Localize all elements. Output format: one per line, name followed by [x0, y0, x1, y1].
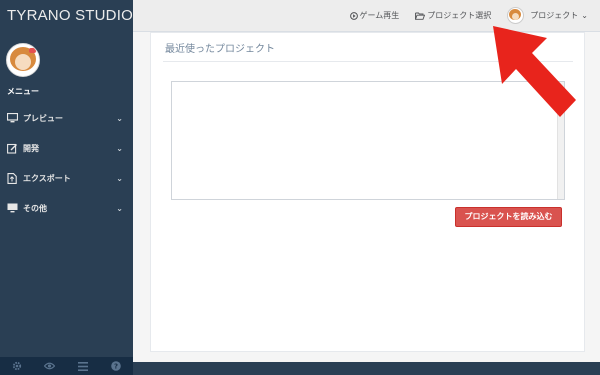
svg-text:?: ? [114, 363, 118, 371]
profile-avatar-wrap [6, 43, 133, 77]
sidebar-footer: ? [0, 357, 133, 375]
chevron-down-icon: ⌄ [581, 11, 588, 20]
annotation-arrow-icon [493, 26, 576, 117]
folder-open-icon [415, 12, 426, 20]
sidebar-item-preview[interactable]: プレビュー ⌄ [0, 103, 133, 133]
sidebar-item-other[interactable]: その他 ⌄ [0, 193, 133, 223]
select-project-button[interactable]: プロジェクト選択 [415, 10, 491, 21]
sidebar-item-develop[interactable]: 開発 ⌄ [0, 133, 133, 163]
edit-icon [6, 142, 18, 154]
export-icon [6, 172, 18, 184]
sidebar-item-label: エクスポート [23, 173, 71, 183]
monitor-icon [6, 112, 18, 124]
chevron-down-icon: ⌄ [116, 173, 123, 183]
load-project-button[interactable]: プロジェクトを読み込む [455, 207, 562, 227]
menu-icon[interactable] [77, 360, 89, 372]
chevron-down-icon: ⌄ [116, 143, 123, 153]
play-game-button[interactable]: ゲーム再生 [349, 10, 400, 21]
chevron-down-icon: ⌄ [116, 113, 123, 123]
eye-icon[interactable] [44, 360, 56, 372]
gear-icon[interactable] [11, 360, 23, 372]
avatar[interactable] [6, 43, 40, 77]
sidebar-item-export[interactable]: エクスポート ⌄ [0, 163, 133, 193]
play-game-label: ゲーム再生 [359, 11, 400, 20]
play-circle-icon [349, 11, 358, 20]
app-title[interactable]: TYRANO STUDIO [0, 0, 133, 32]
sidebar-item-label: 開発 [23, 143, 39, 153]
menu-title: メニュー [7, 87, 39, 96]
bottom-bar [133, 362, 600, 375]
sidebar-item-label: プレビュー [23, 113, 63, 123]
sidebar-item-label: その他 [23, 203, 47, 213]
help-icon[interactable]: ? [110, 360, 122, 372]
desktop-icon [6, 202, 18, 214]
sidebar: TYRANO STUDIO メニュー プレビュー ⌄ 開発 ⌄ エクスポート ⌄… [0, 0, 133, 375]
select-project-label: プロジェクト選択 [427, 11, 492, 20]
panel-title: 最近使ったプロジェクト [165, 44, 275, 55]
sidebar-nav: プレビュー ⌄ 開発 ⌄ エクスポート ⌄ その他 ⌄ [0, 103, 133, 223]
chevron-down-icon: ⌄ [116, 203, 123, 213]
